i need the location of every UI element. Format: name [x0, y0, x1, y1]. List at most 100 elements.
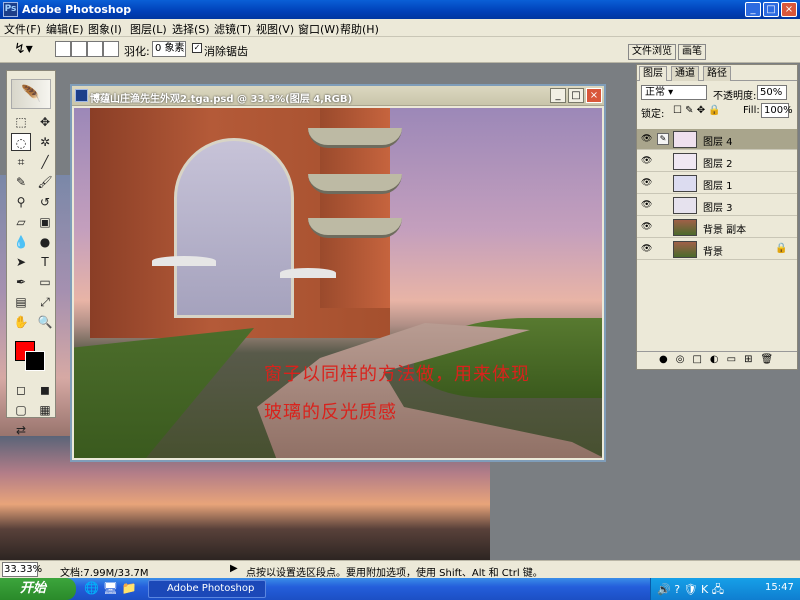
maximize-button[interactable]: □ — [763, 2, 779, 17]
brush-tool-icon[interactable]: 🖌 — [35, 173, 55, 191]
visibility-eye-icon[interactable]: 👁 — [641, 244, 652, 254]
notes-tool-icon[interactable]: ▤ — [11, 293, 31, 311]
subtract-selection-icon[interactable] — [87, 41, 103, 57]
status-bar: 33.33% 文档:7.99M/33.7M ▶ 点按以设置选区段点。要用附加选项… — [0, 560, 800, 579]
image-canvas[interactable]: 窗子以同样的方法做，用来体现 玻璃的反光质感 — [74, 108, 602, 458]
add-selection-icon[interactable] — [71, 41, 87, 57]
menu-bar: 文件(F) 编辑(E) 图象(I) 图层(L) 选择(S) 滤镜(T) 视图(V… — [0, 19, 800, 37]
eyedropper-icon[interactable]: ⤢ — [35, 293, 55, 311]
tab-channels[interactable]: 通道 — [671, 66, 699, 81]
visibility-eye-icon[interactable]: 👁 — [641, 200, 652, 210]
layer-row[interactable]: 👁 背景 🔒 — [637, 239, 797, 260]
tab-brushes[interactable]: 画笔 — [678, 44, 706, 60]
antialias-label: 消除锯齿 — [204, 45, 248, 58]
background-color-swatch[interactable] — [25, 351, 45, 371]
move-tool-icon[interactable]: ✥ — [35, 113, 55, 131]
antialias-checkbox[interactable]: ✓ — [192, 43, 202, 53]
menu-view[interactable]: 视图(V) — [256, 21, 294, 37]
app-titlebar: Ps Adobe Photoshop _ □ × — [0, 0, 800, 19]
layer-row[interactable]: 👁 图层 3 — [637, 195, 797, 216]
doc-size-text[interactable]: 文档:7.99M/33.7M — [60, 564, 149, 579]
document-title: 博蕴山庄渔先生外观2.tga.psd @ 33.3%(图层 4,RGB) — [90, 94, 353, 105]
eraser-tool-icon[interactable]: ▱ — [11, 213, 31, 231]
start-button[interactable]: 开始 — [0, 578, 76, 600]
magic-wand-icon[interactable]: ✲ — [35, 133, 55, 151]
document-window: 博蕴山庄渔先生外观2.tga.psd @ 33.3%(图层 4,RGB) _ □… — [70, 84, 606, 462]
doc-close-button[interactable]: × — [586, 88, 602, 103]
quick-launch-icons[interactable]: 🌐 🖥 📁 — [84, 581, 137, 595]
hand-tool-icon[interactable]: ✋ — [11, 313, 31, 331]
intersect-selection-icon[interactable] — [103, 41, 119, 57]
visibility-eye-icon[interactable]: 👁 — [641, 178, 652, 188]
slice-tool-icon[interactable]: ╱ — [35, 153, 55, 171]
layer-row[interactable]: 👁 背景 副本 — [637, 217, 797, 238]
layers-panel-tabs: 图层 通道 路径 — [637, 65, 797, 81]
doc-maximize-button[interactable]: □ — [568, 88, 584, 103]
menu-filter[interactable]: 滤镜(T) — [214, 21, 251, 37]
healing-brush-icon[interactable]: ✎ — [11, 173, 31, 191]
minimize-button[interactable]: _ — [745, 2, 761, 17]
fill-input[interactable]: 100% — [761, 103, 793, 118]
overlay-text-line2: 玻璃的反光质感 — [264, 402, 397, 423]
menu-layer[interactable]: 图层(L) — [130, 21, 167, 37]
pen-tool-icon[interactable]: ✒ — [11, 273, 31, 291]
dodge-tool-icon[interactable]: ● — [35, 233, 55, 251]
lock-label: 锁定: — [641, 109, 665, 120]
layer-row[interactable]: 👁 图层 1 — [637, 173, 797, 194]
lock-icon: 🔒 — [775, 243, 788, 254]
close-button[interactable]: × — [781, 2, 797, 17]
umbrella — [152, 256, 216, 266]
visibility-eye-icon[interactable]: 👁 — [641, 156, 652, 166]
history-brush-icon[interactable]: ↺ — [35, 193, 55, 211]
opacity-input[interactable]: 50% — [757, 85, 787, 100]
zoom-input[interactable]: 33.33% — [2, 562, 42, 577]
tab-paths[interactable]: 路径 — [703, 66, 731, 81]
menu-edit[interactable]: 编辑(E) — [46, 21, 84, 37]
visibility-eye-icon[interactable]: 👁 — [641, 134, 652, 144]
menu-select[interactable]: 选择(S) — [172, 21, 210, 37]
standard-mode-icon[interactable]: ◻ — [11, 381, 31, 399]
feather-input[interactable]: 0 象素 — [152, 41, 186, 57]
fullscreen-mode-icon[interactable]: ▦ — [35, 401, 55, 419]
screen-mode-icon[interactable]: ▢ — [11, 401, 31, 419]
menu-file[interactable]: 文件(F) — [4, 21, 41, 37]
tab-layers[interactable]: 图层 — [639, 66, 667, 81]
layer-row[interactable]: 👁 图层 2 — [637, 151, 797, 172]
type-tool-icon[interactable]: T — [35, 253, 55, 271]
lasso-tool-icon[interactable]: ◌ — [11, 133, 31, 151]
zoom-tool-icon[interactable]: 🔍 — [35, 313, 55, 331]
crop-tool-icon[interactable]: ⌗ — [11, 153, 31, 171]
jump-to-imageready-icon[interactable]: ⇄ — [11, 421, 31, 439]
visibility-eye-icon[interactable]: 👁 — [641, 222, 652, 232]
document-titlebar[interactable]: 博蕴山庄渔先生外观2.tga.psd @ 33.3%(图层 4,RGB) _ □… — [72, 86, 604, 106]
lock-icons[interactable]: ☐ ✎ ✥ 🔒 — [673, 105, 721, 116]
feather-icon[interactable]: 🪶 — [11, 79, 51, 109]
photoshop-logo-icon: Ps — [3, 2, 18, 17]
tab-file-browser[interactable]: 文件浏览 — [628, 44, 676, 60]
stamp-tool-icon[interactable]: ⚲ — [11, 193, 31, 211]
layer-row[interactable]: 👁 ✎ 图层 4 — [637, 129, 797, 150]
quick-mask-icon[interactable]: ◼ — [35, 381, 55, 399]
doc-minimize-button[interactable]: _ — [550, 88, 566, 103]
menu-image[interactable]: 图象(I) — [88, 21, 122, 37]
layer-thumbnail — [673, 219, 697, 236]
menu-help[interactable]: 帮助(H) — [340, 21, 379, 37]
overlay-text-line1: 窗子以同样的方法做，用来体现 — [264, 364, 530, 385]
blur-tool-icon[interactable]: 💧 — [11, 233, 31, 251]
new-selection-icon[interactable] — [55, 41, 71, 57]
blend-mode-select[interactable]: 正常 ▾ — [641, 85, 707, 100]
layer-thumbnail — [673, 175, 697, 192]
layer-name: 背景 — [703, 247, 723, 258]
path-select-icon[interactable]: ➤ — [11, 253, 31, 271]
lasso-tool-preset-icon[interactable]: ↯▾ — [14, 41, 33, 57]
app-title: Adobe Photoshop — [22, 3, 132, 16]
shape-tool-icon[interactable]: ▭ — [35, 273, 55, 291]
gradient-tool-icon[interactable]: ▣ — [35, 213, 55, 231]
paint-brush-icon: ✎ — [657, 133, 669, 145]
layers-panel-footer-icons[interactable]: ●◎□◐▭⊞🗑 — [637, 351, 797, 369]
menu-window[interactable]: 窗口(W) — [298, 21, 339, 37]
layer-name: 图层 3 — [703, 203, 733, 214]
taskbar-photoshop-button[interactable]: Adobe Photoshop — [148, 580, 266, 598]
marquee-tool-icon[interactable]: ⬚ — [11, 113, 31, 131]
tray-icons[interactable]: 🔊 ? 🛡 K 🖧 — [657, 581, 724, 600]
